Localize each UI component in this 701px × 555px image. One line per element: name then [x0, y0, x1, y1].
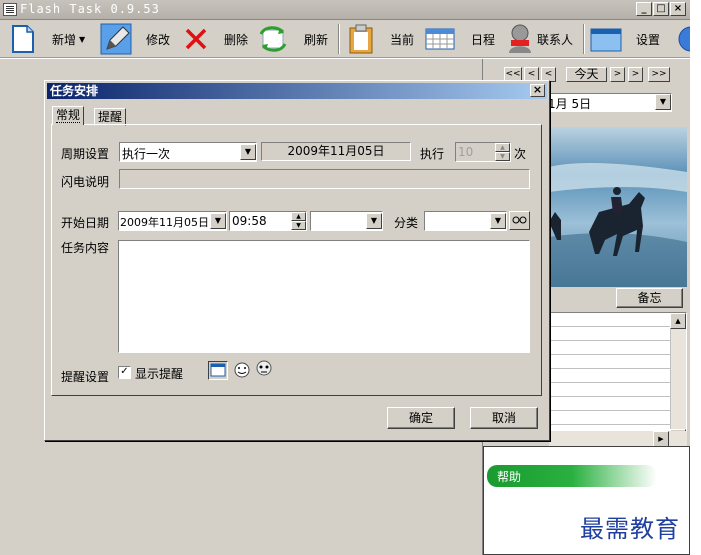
start-date-picker[interactable]: 2009年11月05日 ▼: [118, 211, 227, 231]
new-document-icon: [12, 25, 34, 53]
spin-down-icon[interactable]: ▼: [495, 152, 510, 161]
beach-horse-photo: [549, 127, 687, 287]
watermark-text: 最需教育: [580, 515, 680, 543]
red-x-delete-icon: [185, 28, 207, 50]
tab-general-label: 常规: [56, 108, 81, 123]
start-time-spinner[interactable]: 09:58 ▲ ▼: [229, 211, 307, 231]
remind-label: 提醒设置: [61, 370, 110, 384]
maximize-button[interactable]: □: [653, 2, 669, 16]
times-label: 次: [514, 147, 527, 161]
help-panel: 帮助 最需教育: [483, 446, 690, 555]
category-select[interactable]: ▼: [424, 211, 507, 231]
refresh-label: 刷新: [304, 32, 329, 47]
calendar-date-value: 1月 5日: [548, 97, 592, 111]
show-remind-label: 显示提醒: [135, 367, 184, 381]
glasses-icon[interactable]: [509, 211, 530, 230]
refresh-arrows-icon: [259, 26, 287, 52]
category-label: 分类: [394, 216, 419, 230]
show-remind-checkbox[interactable]: ✓: [118, 366, 131, 379]
flash-label: 闪电说明: [61, 175, 110, 189]
settings-window-icon: [590, 28, 622, 52]
memo-button[interactable]: 备忘: [616, 288, 683, 308]
chevron-down-icon[interactable]: ▼: [240, 144, 256, 160]
exec-count-value: 10: [458, 145, 474, 159]
minimize-button[interactable]: _: [636, 2, 652, 16]
flash-field[interactable]: [119, 169, 530, 189]
calendar-date-select[interactable]: 1月 5日 ▼: [547, 93, 672, 112]
today-button[interactable]: 今天: [566, 67, 607, 82]
toolbar-separator: [583, 24, 585, 54]
chevron-down-icon: ▼: [79, 34, 86, 44]
dialog-close-button[interactable]: ×: [530, 84, 545, 97]
start-date-label: 开始日期: [61, 216, 110, 230]
glasses-icon: [512, 216, 527, 224]
spin-up-icon[interactable]: ▲: [291, 212, 306, 221]
spin-down-icon[interactable]: ▼: [291, 221, 306, 230]
dialog-titlebar: 任务安排 ×: [47, 83, 547, 99]
schedule-label: 日程: [471, 32, 496, 47]
nav-last-button[interactable]: >>: [648, 67, 670, 82]
content-label: 任务内容: [61, 241, 110, 255]
face-mask-icon[interactable]: [255, 359, 273, 377]
period-select[interactable]: 执行一次 ▼: [119, 142, 257, 162]
memo-scrollbar[interactable]: ▲ ▼: [670, 313, 686, 445]
help-button[interactable]: 帮助: [487, 465, 657, 487]
ok-button[interactable]: 确定: [387, 407, 455, 429]
clipboard-icon: [349, 24, 373, 54]
delete-label: 删除: [224, 32, 249, 47]
nav-next-month-button[interactable]: >: [628, 67, 643, 82]
chevron-down-icon[interactable]: ▼: [490, 213, 506, 229]
delete-button[interactable]: 删除: [184, 20, 248, 58]
chevron-down-icon[interactable]: ▼: [366, 213, 382, 229]
scroll-up-arrow-icon[interactable]: ▲: [670, 313, 686, 329]
window-title: Flash Task 0.9.53: [20, 2, 160, 16]
nav-next-button[interactable]: >: [610, 67, 625, 82]
app-icon[interactable]: [3, 3, 17, 16]
schedule-button[interactable]: 日程: [425, 20, 495, 58]
tab-general[interactable]: 常规: [52, 106, 85, 125]
globe-icon[interactable]: [677, 26, 690, 52]
pencil-edit-icon: [100, 23, 132, 55]
exec-label: 执行: [420, 147, 445, 161]
contacts-button[interactable]: 联系人: [507, 20, 573, 58]
chevron-down-icon[interactable]: ▼: [210, 213, 226, 229]
period-date-display: 2009年11月05日: [261, 142, 411, 161]
toolbar: 新增 ▼ 修改 删除 刷新 当前 日程 联系人 设置: [0, 20, 690, 58]
remind-window-icon[interactable]: [208, 361, 228, 380]
window-icon: [210, 363, 226, 377]
refresh-button[interactable]: 刷新: [258, 20, 328, 58]
exec-count-spinner[interactable]: 10 ▲ ▼: [455, 142, 511, 162]
title-bar: Flash Task 0.9.53 _ □ ×: [0, 0, 690, 20]
edit-button[interactable]: 修改: [100, 20, 170, 58]
contacts-label: 联系人: [537, 32, 574, 47]
current-label: 当前: [390, 32, 415, 47]
edit-label: 修改: [146, 32, 171, 47]
calendar-grid-icon: [425, 28, 455, 50]
settings-button[interactable]: 设置: [590, 20, 660, 58]
content-textarea[interactable]: [118, 240, 530, 353]
smiley-sound-icon[interactable]: [233, 361, 251, 379]
start-time-value: 09:58: [232, 214, 267, 228]
cancel-button[interactable]: 取消: [470, 407, 538, 429]
start-date-value: 2009年11月05日: [120, 216, 209, 229]
task-dialog: 任务安排 × 常规 提醒 周期设置 执行一次 ▼ 2009年11月05日 执行 …: [44, 80, 550, 441]
period-label: 周期设置: [61, 147, 110, 161]
new-label: 新增: [52, 32, 77, 47]
toolbar-separator: [338, 24, 340, 54]
new-button[interactable]: 新增 ▼: [10, 20, 85, 58]
help-label: 帮助: [497, 470, 522, 484]
tab-panel: 周期设置 执行一次 ▼ 2009年11月05日 执行 10 ▲ ▼ 次 闪电说明…: [51, 124, 542, 396]
chevron-down-icon[interactable]: ▼: [655, 94, 671, 110]
period-value: 执行一次: [122, 147, 171, 161]
memo-list[interactable]: ▲ ▼: [549, 312, 687, 446]
memo-hscrollbar[interactable]: ▶: [549, 431, 687, 447]
contact-person-icon: [509, 24, 531, 53]
settings-label: 设置: [636, 32, 661, 47]
scroll-right-arrow-icon[interactable]: ▶: [653, 431, 669, 447]
spin-up-icon[interactable]: ▲: [495, 143, 510, 152]
current-button[interactable]: 当前: [348, 20, 414, 58]
close-button[interactable]: ×: [670, 2, 686, 16]
dialog-title: 任务安排: [50, 84, 99, 98]
extra-select[interactable]: ▼: [310, 211, 383, 231]
